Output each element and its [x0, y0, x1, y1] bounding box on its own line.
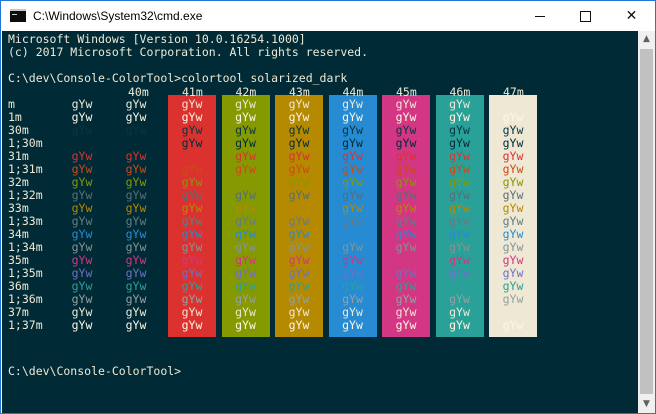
maximize-icon	[580, 10, 591, 22]
console-app-icon	[10, 9, 26, 22]
scroll-up-arrow-icon[interactable]: ▲	[638, 31, 655, 48]
color-sample-cell: gYw	[342, 318, 363, 332]
command-prompt: C:\dev\Console-ColorTool>	[8, 364, 182, 378]
color-sample-cell: gYw	[181, 318, 203, 332]
color-sample-cell: gYw	[502, 318, 524, 332]
console-output[interactable]: Microsoft Windows [Version 10.0.16254.10…	[2, 31, 638, 413]
color-sample-cell: gYw	[71, 318, 93, 332]
color-sample-cell: gYw	[288, 318, 310, 332]
fg-row-label: 1;37m	[8, 318, 43, 332]
window-title: C:\Windows\System32\cmd.exe	[33, 9, 203, 23]
title-bar[interactable]: C:\Windows\System32\cmd.exe ✕	[1, 1, 655, 31]
color-sample-cell: gYw	[235, 318, 256, 332]
minimize-button[interactable]	[517, 1, 562, 31]
console-line: C:\dev\Console-ColorTool>colortool solar…	[8, 71, 348, 85]
color-sample-cell: gYw	[395, 318, 417, 332]
scrollbar-thumb[interactable]	[640, 49, 653, 394]
scroll-down-arrow-icon[interactable]: ▼	[638, 396, 655, 413]
cmd-window: C:\Windows\System32\cmd.exe ✕ Microsoft …	[0, 0, 656, 414]
vertical-scrollbar[interactable]: ▲ ▼	[638, 31, 655, 413]
close-button[interactable]: ✕	[609, 1, 654, 31]
maximize-button[interactable]	[563, 1, 608, 31]
console-line: (c) 2017 Microsoft Corporation. All righ…	[8, 45, 369, 59]
color-sample-cell: gYw	[449, 318, 470, 332]
color-sample-cell: gYw	[125, 318, 147, 332]
minimize-icon	[534, 15, 545, 17]
